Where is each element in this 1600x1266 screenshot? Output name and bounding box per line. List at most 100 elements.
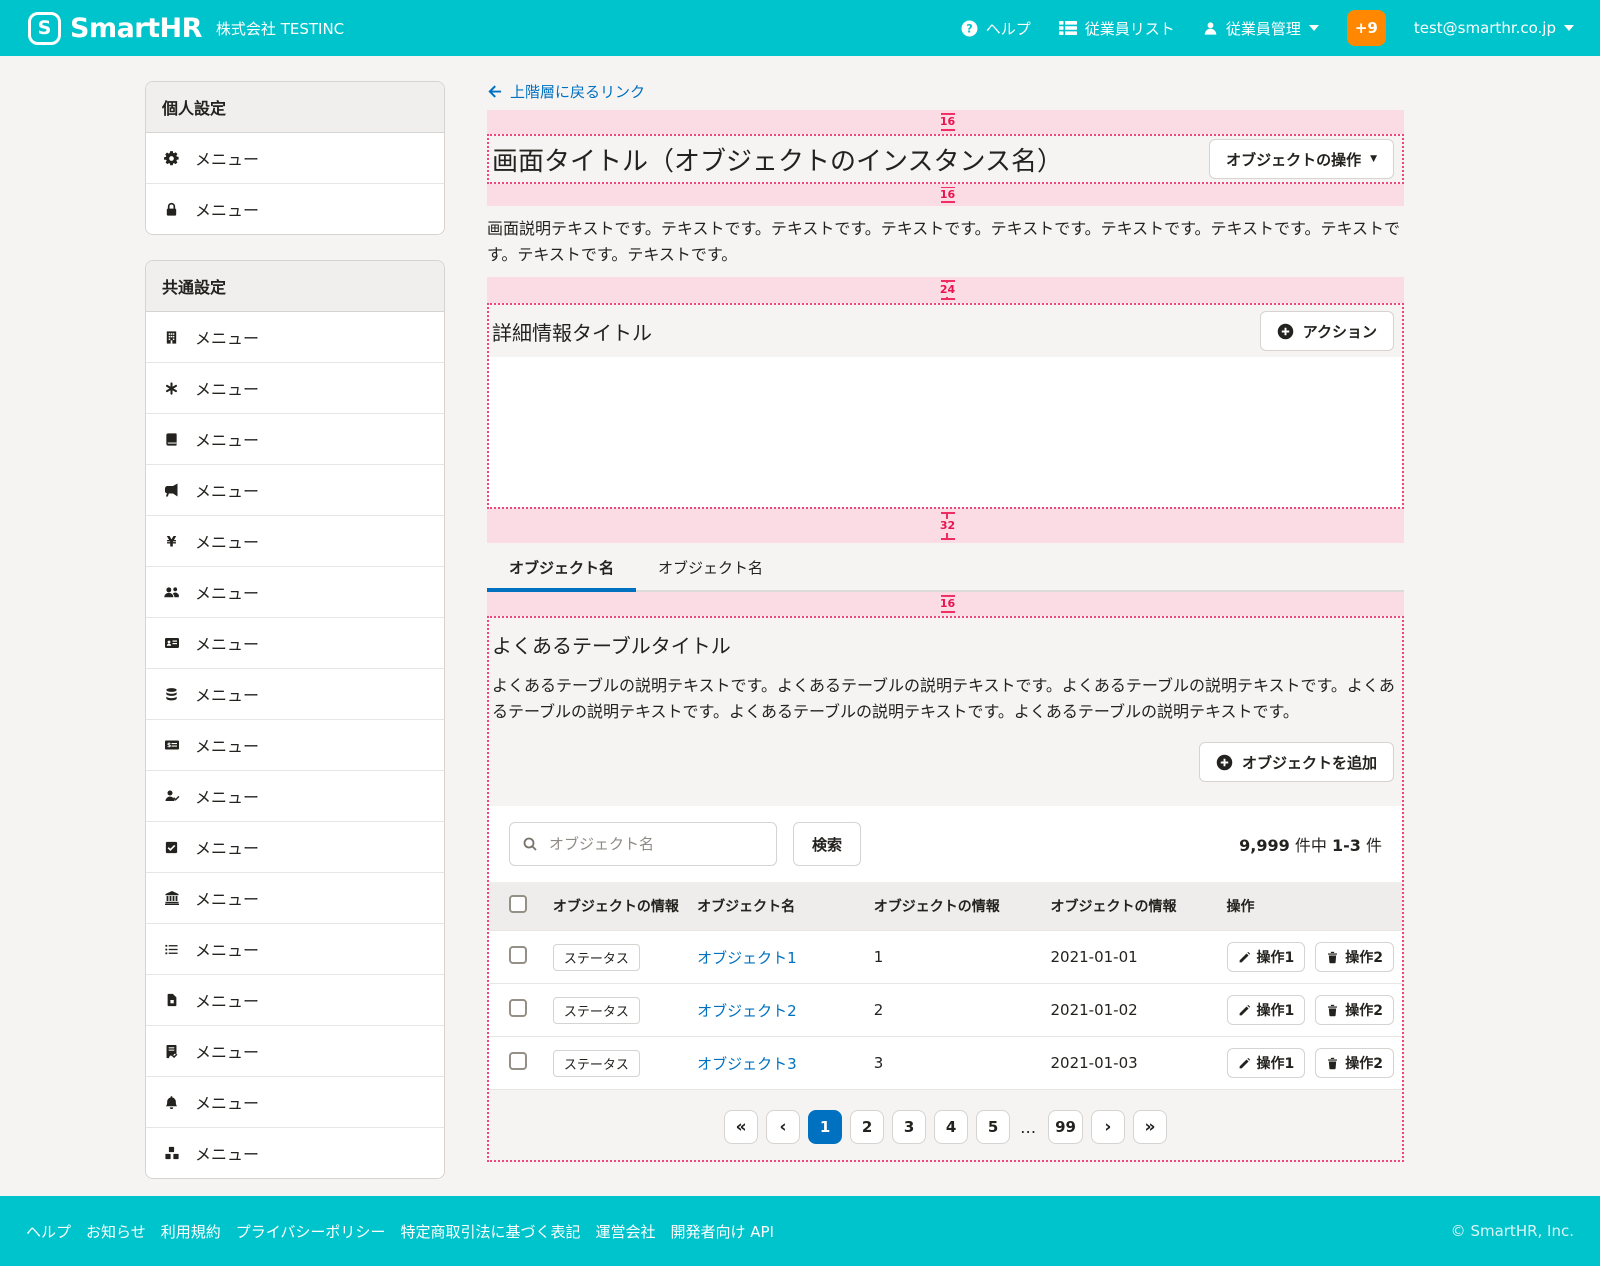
action-button[interactable]: アクション — [1260, 311, 1394, 351]
sidebar-item[interactable]: メニュー — [146, 566, 444, 617]
footer-link[interactable]: お知らせ — [86, 1221, 146, 1242]
sidebar-section-personal: 個人設定 メニュー メニュー — [145, 81, 445, 235]
search-input[interactable] — [547, 834, 764, 854]
sidebar-item[interactable]: メニュー — [146, 362, 444, 413]
sidebar-item-label: メニュー — [195, 529, 259, 553]
square-check-icon — [162, 840, 181, 855]
trash-icon — [1326, 1057, 1339, 1070]
sidebar-item-label: メニュー — [195, 733, 259, 757]
sidebar-item[interactable]: メニュー — [146, 974, 444, 1025]
back-link-label: 上階層に戻るリンク — [510, 81, 645, 102]
svg-text:?: ? — [966, 22, 972, 35]
sidebar-item[interactable]: メニュー — [146, 133, 444, 183]
footer-link[interactable]: ヘルプ — [26, 1221, 71, 1242]
users-icon — [162, 584, 181, 601]
delete-button[interactable]: 操作2 — [1315, 942, 1394, 972]
pagination: « ‹ 1 2 3 4 5 — [489, 1090, 1402, 1144]
sidebar-item[interactable]: メニュー — [146, 1076, 444, 1127]
tab-object-1[interactable]: オブジェクト名 — [487, 547, 636, 590]
tab-object-2[interactable]: オブジェクト名 — [636, 547, 785, 590]
search-box — [509, 822, 777, 866]
pagination-next-button[interactable]: › — [1091, 1110, 1125, 1144]
sidebar-item[interactable]: ¥ メニュー — [146, 515, 444, 566]
sidebar-item[interactable]: メニュー — [146, 668, 444, 719]
pagination-last-button[interactable]: » — [1133, 1110, 1167, 1144]
column-header: オブジェクトの情報 — [866, 882, 1043, 931]
sidebar-item-label: メニュー — [195, 835, 259, 859]
object-link[interactable]: オブジェクト3 — [697, 1055, 797, 1073]
sidebar-item-label: メニュー — [195, 937, 259, 961]
pagination-page-button[interactable]: 99 — [1048, 1110, 1083, 1144]
delete-button[interactable]: 操作2 — [1315, 995, 1394, 1025]
sidebar-item[interactable]: メニュー — [146, 770, 444, 821]
copyright: © SmartHR, Inc. — [1451, 1222, 1574, 1240]
object-link[interactable]: オブジェクト1 — [697, 949, 797, 967]
edit-button[interactable]: 操作1 — [1227, 995, 1306, 1025]
row-checkbox[interactable] — [509, 999, 527, 1017]
notification-badge[interactable]: +9 — [1347, 10, 1386, 46]
detail-section-title: 詳細情報タイトル — [492, 317, 652, 346]
spacing-annotation: 32 — [487, 509, 1404, 543]
add-object-button[interactable]: オブジェクトを追加 — [1199, 742, 1394, 782]
sidebar-item[interactable]: メニュー — [146, 923, 444, 974]
pagination-prev-button[interactable]: ‹ — [766, 1110, 800, 1144]
pagination-page-button[interactable]: 2 — [850, 1110, 884, 1144]
row-checkbox[interactable] — [509, 946, 527, 964]
footer-link[interactable]: 利用規約 — [161, 1221, 221, 1242]
spacing-value: 16 — [938, 188, 957, 202]
sidebar-item[interactable]: メニュー — [146, 617, 444, 668]
pagination-ellipsis: … — [1020, 1118, 1038, 1137]
pagination-page-button[interactable]: 5 — [976, 1110, 1010, 1144]
sidebar-item[interactable]: メニュー — [146, 1025, 444, 1076]
footer-link[interactable]: プライバシーポリシー — [236, 1221, 386, 1242]
account-menu[interactable]: test@smarthr.co.jp — [1414, 19, 1574, 37]
row-checkbox[interactable] — [509, 1052, 527, 1070]
object-link[interactable]: オブジェクト2 — [697, 1002, 797, 1020]
smarthr-logo[interactable]: S SmartHR — [28, 12, 202, 45]
sidebar-item[interactable]: メニュー — [146, 312, 444, 362]
footer-link[interactable]: 開発者向け API — [670, 1221, 774, 1242]
footer-link[interactable]: 運営会社 — [595, 1221, 655, 1242]
pagination-page-button[interactable]: 3 — [892, 1110, 926, 1144]
sidebar-item-label: メニュー — [195, 478, 259, 502]
edit-button[interactable]: 操作1 — [1227, 942, 1306, 972]
select-all-checkbox[interactable] — [509, 895, 527, 913]
footer-link[interactable]: 特定商取引法に基づく表記 — [400, 1221, 580, 1242]
sidebar-item[interactable]: メニュー — [146, 1127, 444, 1178]
result-count: 9,999 件中 1-3 件 — [1239, 832, 1382, 856]
caret-down-icon — [1564, 25, 1574, 31]
object-actions-button[interactable]: オブジェクトの操作 ▼ — [1209, 139, 1394, 179]
back-link[interactable]: 上階層に戻るリンク — [487, 81, 645, 102]
sidebar: 個人設定 メニュー メニュー 共通設定 — [145, 81, 445, 1179]
sidebar-item-label: メニュー — [195, 325, 259, 349]
sidebar-item[interactable]: メニュー — [146, 872, 444, 923]
sidebar-item[interactable]: メニュー — [146, 413, 444, 464]
sidebar-section-common: 共通設定 メニュー メニュー メニュー — [145, 260, 445, 1179]
spacing-annotation: 16 — [487, 110, 1404, 134]
company-name: 株式会社 TESTINC — [216, 18, 344, 39]
sidebar-item[interactable]: メニュー — [146, 183, 444, 234]
search-button[interactable]: 検索 — [793, 822, 861, 866]
delete-button[interactable]: 操作2 — [1315, 1048, 1394, 1078]
object-info-cell: 1 — [866, 931, 1043, 984]
help-link[interactable]: ? ヘルプ — [961, 18, 1031, 39]
page-title-row: 画面タイトル（オブジェクトのインスタンス名） オブジェクトの操作 ▼ — [487, 134, 1404, 184]
employee-list-link[interactable]: 従業員リスト — [1059, 18, 1175, 39]
spacing-value: 16 — [938, 115, 957, 129]
sidebar-item-label: メニュー — [195, 580, 259, 604]
pagination-page-button[interactable]: 1 — [808, 1110, 842, 1144]
pagination-page-button[interactable]: 4 — [934, 1110, 968, 1144]
sidebar-item[interactable]: メニュー — [146, 464, 444, 515]
employee-mgmt-menu[interactable]: 従業員管理 — [1203, 18, 1319, 39]
landmark-icon — [162, 890, 181, 906]
object-date-cell: 2021-01-03 — [1043, 1037, 1219, 1090]
pagination-first-button[interactable]: « — [724, 1110, 758, 1144]
sidebar-item[interactable]: メニュー — [146, 821, 444, 872]
id-card-icon — [162, 635, 181, 651]
spacing-annotation: 24 — [487, 277, 1404, 303]
column-header: オブジェクトの情報 — [545, 882, 689, 931]
user-icon — [1203, 21, 1218, 36]
edit-button[interactable]: 操作1 — [1227, 1048, 1306, 1078]
sidebar-item[interactable]: $ メニュー — [146, 719, 444, 770]
database-icon — [162, 687, 181, 702]
